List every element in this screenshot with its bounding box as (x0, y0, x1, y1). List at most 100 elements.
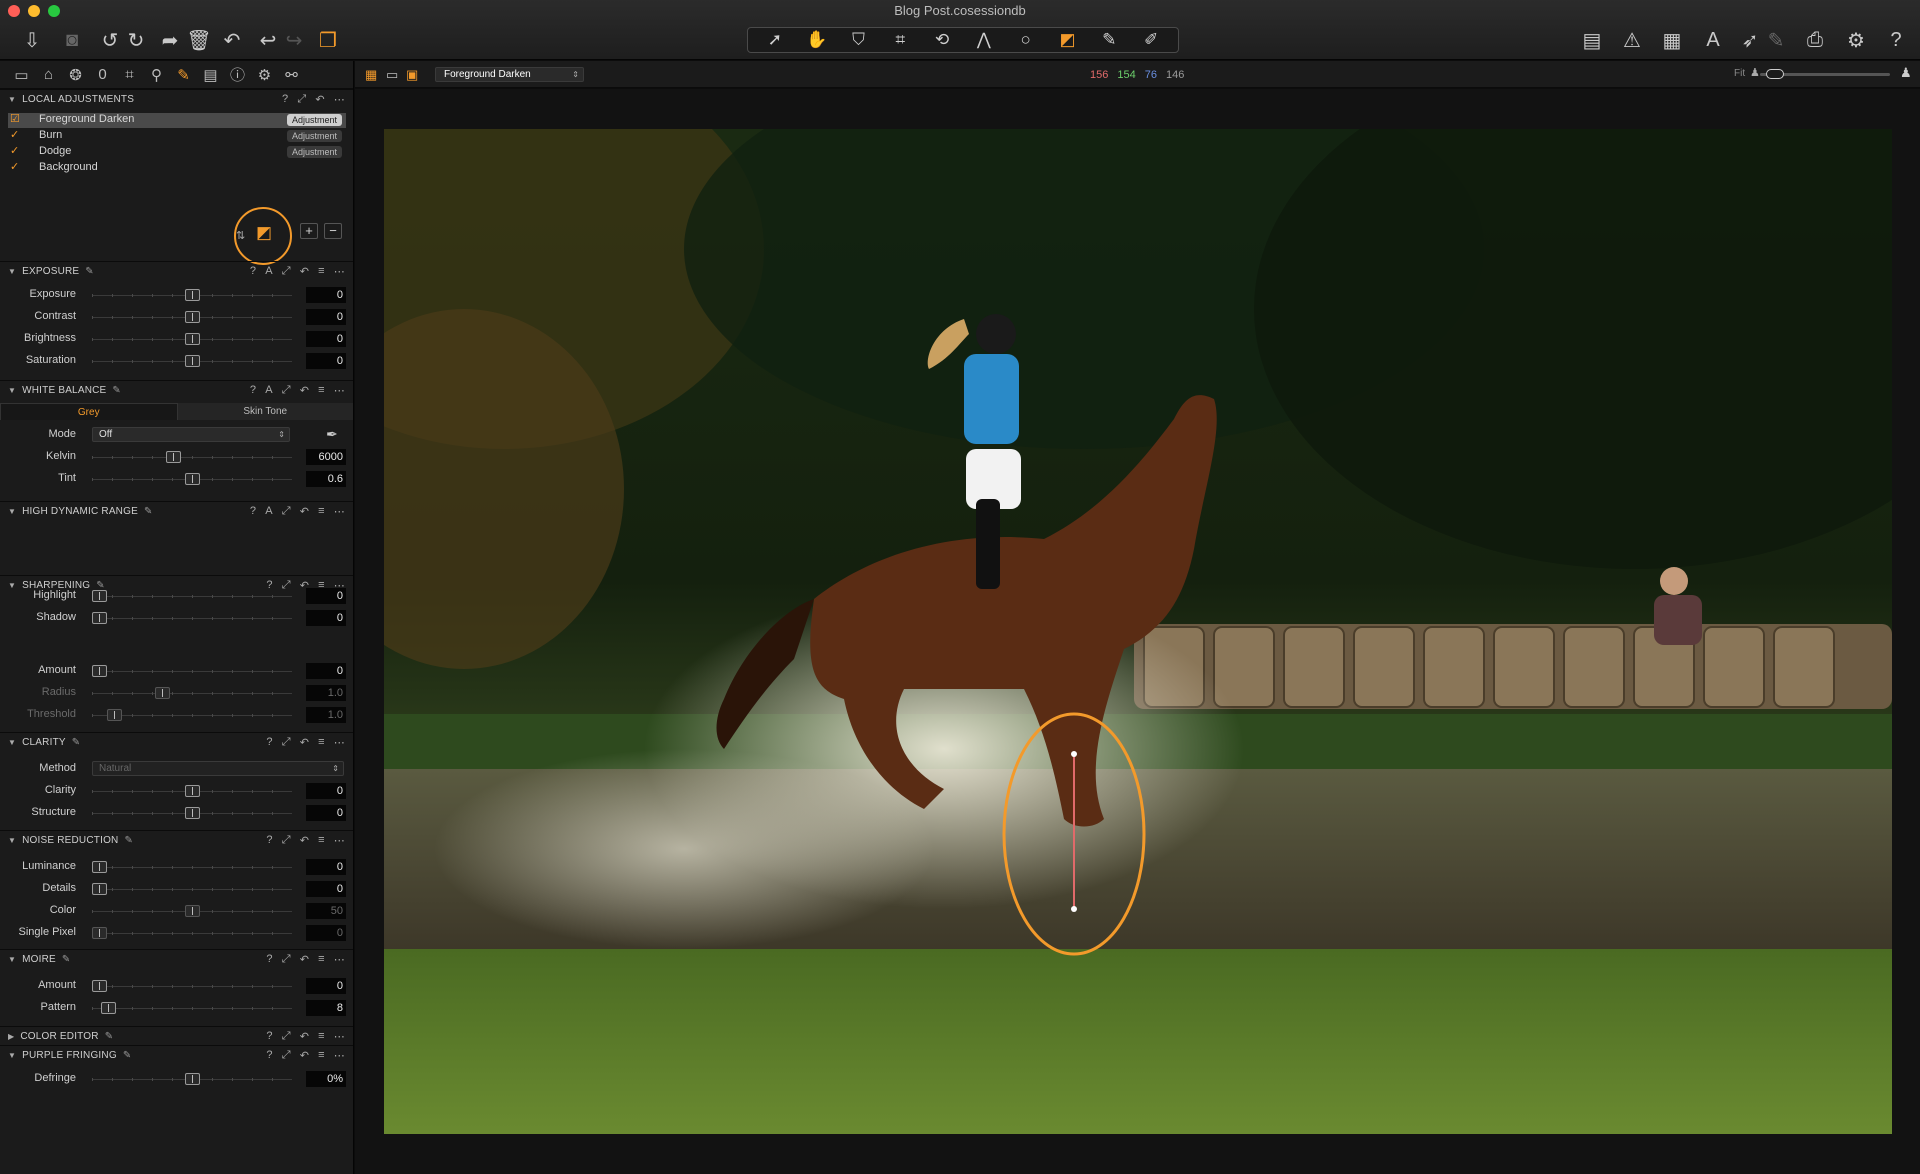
reset-icon[interactable]: ↶ (300, 1030, 309, 1043)
presets-icon[interactable]: ≡ (318, 953, 325, 966)
help-icon[interactable]: ? (266, 736, 272, 749)
picker-icon[interactable]: ⤢ (282, 1049, 291, 1062)
picker-icon[interactable]: ⤢ (282, 505, 291, 518)
redo-icon[interactable]: ↪ (280, 27, 308, 53)
section-header[interactable]: ▼ HIGH DYNAMIC RANGE ✎ ? A ⤢ ↶ ≡ ⋯ (0, 501, 353, 520)
collapse-triangle-icon[interactable]: ▼ (8, 386, 16, 395)
structure-slider-row[interactable]: Structure 0 (0, 802, 353, 824)
pan-icon[interactable]: ✋ (797, 30, 837, 50)
expand-triangle-icon[interactable]: ▶ (8, 1032, 14, 1041)
presets-icon[interactable]: ≡ (318, 834, 325, 847)
more-icon[interactable]: ⋯ (334, 834, 345, 847)
presets-icon[interactable]: ≡ (318, 579, 325, 592)
value-field[interactable]: 0 (306, 610, 346, 626)
straighten-icon[interactable]: ⟲ (922, 30, 962, 50)
section-header[interactable]: ▼ CLARITY ✎ ? ⤢ ↶ ≡ ⋯ (0, 732, 353, 751)
color-tab-icon[interactable]: ❂ (62, 66, 89, 84)
slider-knob[interactable] (184, 355, 200, 367)
value-field[interactable]: 0 (306, 881, 346, 897)
help-icon[interactable]: ? (266, 1030, 272, 1043)
slider-knob[interactable] (154, 687, 170, 699)
camera-icon[interactable]: ◙ (58, 27, 86, 53)
contrast-slider-row[interactable]: Contrast 0 (0, 306, 353, 328)
sharpening-amount-row[interactable]: Amount 0 (0, 660, 353, 682)
slider-knob[interactable] (184, 333, 200, 345)
picker-icon[interactable]: ⤢ (282, 579, 291, 592)
help-icon[interactable]: ? (266, 1049, 272, 1062)
variants-icon[interactable]: ❐ (314, 27, 342, 53)
slider-knob[interactable] (184, 311, 200, 323)
reset-icon[interactable]: ↶ (300, 579, 309, 592)
draw-mask-icon[interactable]: ◩ (256, 223, 272, 243)
photo-horse-rider-water-jump[interactable] (384, 129, 1892, 1134)
undo-all-icon[interactable]: ↶ (218, 27, 246, 53)
slider-knob[interactable] (184, 807, 200, 819)
collapse-triangle-icon[interactable]: ▼ (8, 267, 16, 276)
mode-select[interactable]: Off ⇕ (92, 427, 290, 442)
rotate-right-icon[interactable]: ↻ (122, 27, 150, 53)
layer-row[interactable]: ✓ Background (8, 161, 346, 176)
layer-enabled-checkbox[interactable]: ☑ (10, 114, 21, 125)
section-header[interactable]: ▶ COLOR EDITOR ✎ ? ⤢ ↶ ≡ ⋯ (0, 1026, 353, 1045)
clarity-slider-row[interactable]: Clarity 0 (0, 780, 353, 802)
erase-mask-icon[interactable]: ✎ (1089, 30, 1129, 50)
details-slider-row[interactable]: Details 0 (0, 878, 353, 900)
slider-knob[interactable] (92, 861, 107, 873)
layout-icon[interactable]: ▤ (1578, 27, 1606, 53)
presets-icon[interactable]: ≡ (318, 736, 325, 749)
select-icon[interactable]: ➚ (755, 30, 795, 50)
value-field[interactable]: 0 (306, 859, 346, 875)
metadata-tab-icon[interactable]: ▤ (197, 66, 224, 84)
keystone-icon[interactable]: ⋀ (964, 30, 1004, 50)
collapse-triangle-icon[interactable]: ▼ (8, 738, 16, 747)
value-field[interactable]: 0 (306, 287, 346, 303)
value-field[interactable]: 0 (306, 309, 346, 325)
picker-icon[interactable]: ⤢ (282, 736, 291, 749)
slider-knob[interactable] (101, 1002, 117, 1014)
section-header[interactable]: ▼ WHITE BALANCE ✎ ? A ⤢ ↶ ≡ ⋯ (0, 380, 353, 399)
capture-tab-icon[interactable]: ⌂ (35, 66, 62, 83)
layer-enabled-checkbox[interactable]: ✓ (10, 146, 21, 157)
remove-layer-button[interactable]: − (324, 223, 342, 239)
more-icon[interactable]: ⋯ (334, 1030, 345, 1043)
layer-enabled-checkbox[interactable]: ✓ (10, 162, 21, 173)
reset-icon[interactable]: ↶ (300, 384, 309, 397)
value-field[interactable]: 1.0 (306, 707, 346, 723)
defringe-slider-row[interactable]: Defringe 0% (0, 1068, 353, 1090)
value-field[interactable]: 0 (306, 663, 346, 679)
value-field[interactable]: 50 (306, 903, 346, 919)
picker-icon[interactable]: ⤢ (282, 834, 291, 847)
picker-icon[interactable]: ⤢ (282, 265, 291, 278)
auto-icon[interactable]: A (265, 384, 273, 397)
tab-skin-tone[interactable]: Skin Tone (177, 403, 353, 420)
sharpening-radius-row[interactable]: Radius 1.0 (0, 682, 353, 704)
saturation-slider-row[interactable]: Saturation 0 (0, 350, 353, 372)
slider-knob[interactable] (92, 927, 107, 939)
undo-icon[interactable]: ↩ (254, 27, 282, 53)
value-field[interactable]: 0 (306, 783, 346, 799)
presets-icon[interactable]: ≡ (318, 1030, 325, 1043)
layer-row[interactable]: ✓ Dodge Adjustment (8, 145, 346, 160)
value-field[interactable]: 0 (306, 331, 346, 347)
output-tab-icon[interactable]: ⚯ (278, 66, 305, 84)
value-field[interactable]: 0.6 (306, 471, 346, 487)
sharpening-threshold-row[interactable]: Threshold 1.0 (0, 704, 353, 726)
collapse-triangle-icon[interactable]: ▼ (8, 1051, 16, 1060)
more-icon[interactable]: ⋯ (334, 505, 345, 518)
slider-knob[interactable] (92, 883, 107, 895)
auto-icon[interactable]: A (265, 265, 273, 278)
crop-tab-icon[interactable]: ⌗ (116, 66, 143, 83)
more-icon[interactable]: ⋯ (334, 736, 345, 749)
section-header[interactable]: ▼ MOIRE ✎ ? ⤢ ↶ ≡ ⋯ (0, 949, 353, 968)
collapse-triangle-icon[interactable]: ▼ (8, 955, 16, 964)
collapse-triangle-icon[interactable]: ▼ (8, 836, 16, 845)
picker-icon[interactable]: ⤢ (297, 93, 306, 106)
multi-view-icon[interactable]: ▦ (365, 67, 377, 83)
slider-knob[interactable] (184, 473, 200, 485)
help-icon[interactable]: ? (282, 93, 288, 106)
slider-knob[interactable] (92, 612, 107, 624)
tab-grey[interactable]: Grey (0, 403, 178, 420)
add-layer-button[interactable]: + (300, 223, 318, 239)
more-icon[interactable]: ⋯ (334, 265, 345, 278)
tint-slider-row[interactable]: Tint 0.6 (0, 468, 353, 490)
